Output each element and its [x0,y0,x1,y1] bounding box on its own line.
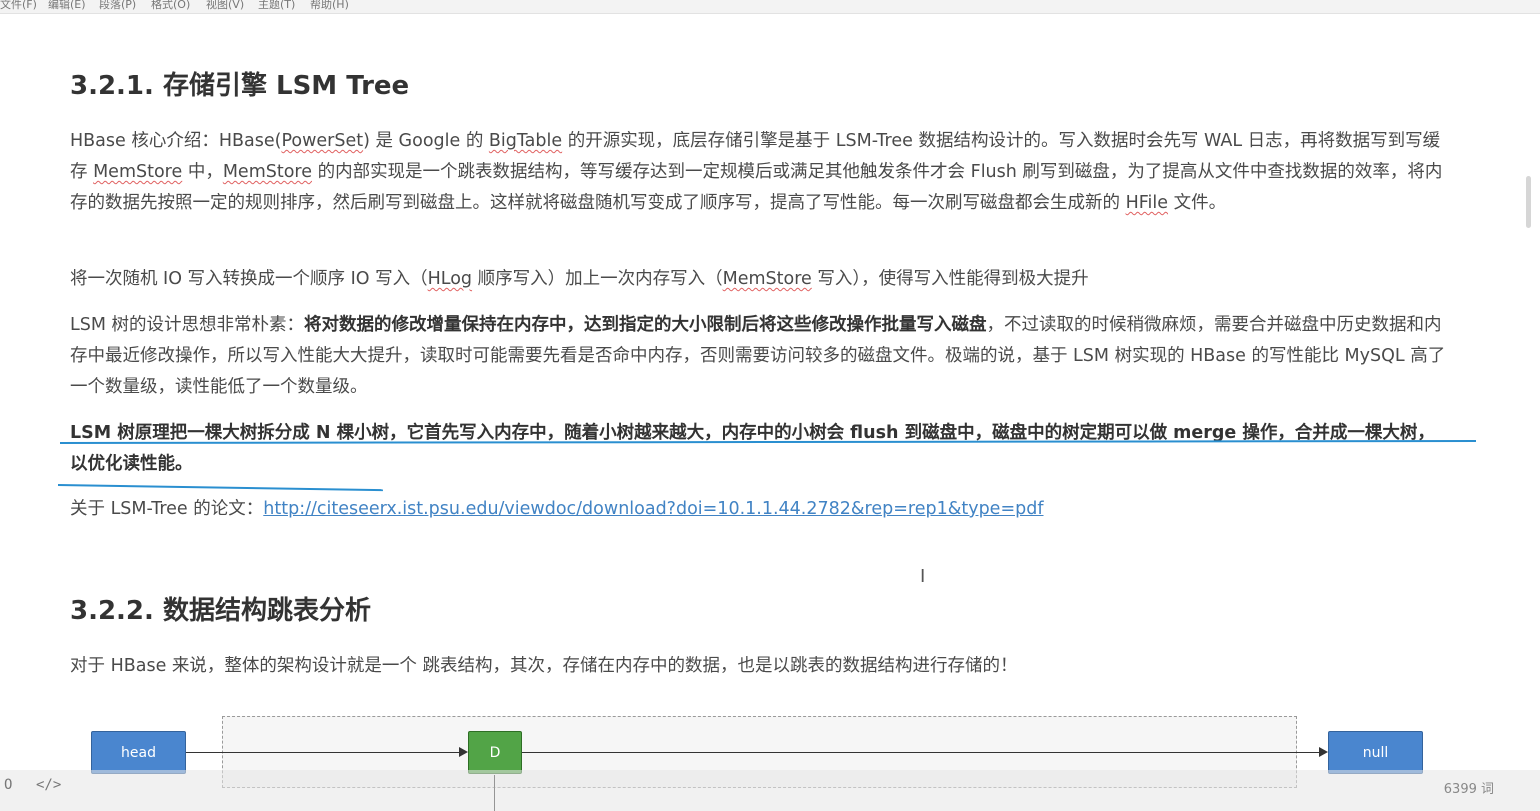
section-heading-lsm-tree: 3.2.1. 存储引擎 LSM Tree [70,71,410,101]
paper-link[interactable]: http://citeseerx.ist.psu.edu/viewdoc/dow… [263,499,1043,519]
paper-label: 关于 LSM-Tree 的论文： [70,499,264,519]
text-run: 文件。 [1168,193,1227,213]
text-cursor-icon: I [920,566,926,587]
arrow-d-to-null [522,752,1320,753]
text-run: 中， [182,162,223,182]
spellcheck-word: MemStore [222,162,312,182]
text-run: 写入），使得写入性能得到极大提升 [811,269,1089,289]
menu-format[interactable]: 格式(O) [151,0,190,12]
spellcheck-word: MemStore [722,269,812,289]
menu-edit[interactable]: 编辑(E) [48,0,86,12]
spellcheck-word: PowerSet [281,131,364,151]
paragraph-lsm-paper: 关于 LSM-Tree 的论文：http://citeseerx.ist.psu… [70,494,1450,525]
menu-bar: 文件(F) 编辑(E) 段落(P) 格式(O) 视图(V) 主题(T) 帮助(H… [0,0,1540,14]
text-run: HBase 核心介绍：HBase( [70,131,282,151]
vertical-scrollbar-thumb[interactable] [1526,176,1531,228]
bold-text-run: 将对数据的修改增量保持在内存中，达到指定的大小限制后将这些修改操作批量写入磁盘 [304,315,987,335]
node-d: D [468,731,522,774]
arrowhead-icon [459,747,468,757]
node-head: head [91,731,186,774]
section-heading-skiplist: 3.2.2. 数据结构跳表分析 [70,596,371,626]
menu-file[interactable]: 文件(F) [0,0,37,12]
menu-theme[interactable]: 主题(T) [258,0,295,12]
menu-view[interactable]: 视图(V) [206,0,244,12]
spellcheck-word: HLog [427,269,473,289]
spellcheck-word: MemStore [93,162,183,182]
arrow-head-to-d [186,752,460,753]
text-run: LSM 树的设计思想非常朴素： [70,315,305,335]
menu-paragraph[interactable]: 段落(P) [99,0,136,12]
annotation-underline-2 [57,484,383,492]
word-count[interactable]: 6399 词 [1444,778,1494,797]
paragraph-lsm-principle: LSM 树原理把一棵大树拆分成 N 棵小树，它首先写入内存中，随着小树越来越大，… [70,423,1435,474]
paragraph-lsm-design-idea: LSM 树的设计思想非常朴素：将对数据的修改增量保持在内存中，达到指定的大小限制… [70,310,1450,403]
paragraph-skiplist-intro: 对于 HBase 来说，整体的架构设计就是一个 跳表结构，其次，存储在内存中的数… [70,656,1018,676]
spellcheck-word: HFile [1125,193,1169,213]
node-null: null [1328,731,1423,774]
arrowhead-icon [1319,747,1328,757]
sidebar-toggle-icon[interactable]: O [4,777,12,793]
source-mode-icon[interactable]: </> [36,777,61,793]
menu-help[interactable]: 帮助(H) [310,0,349,12]
text-run: 将一次随机 IO 写入转换成一个顺序 IO 写入（ [70,269,428,289]
paragraph-hbase-intro: HBase 核心介绍：HBase(PowerSet) 是 Google 的 Bi… [70,126,1450,219]
spellcheck-word: BigTable [488,131,563,151]
text-run: 顺序写入）加上一次内存写入（ [472,269,723,289]
paragraph-random-to-sequential-io: 将一次随机 IO 写入转换成一个顺序 IO 写入（HLog 顺序写入）加上一次内… [70,264,1450,295]
text-run: ) 是 Google 的 [363,131,489,151]
status-bar [0,770,1540,811]
